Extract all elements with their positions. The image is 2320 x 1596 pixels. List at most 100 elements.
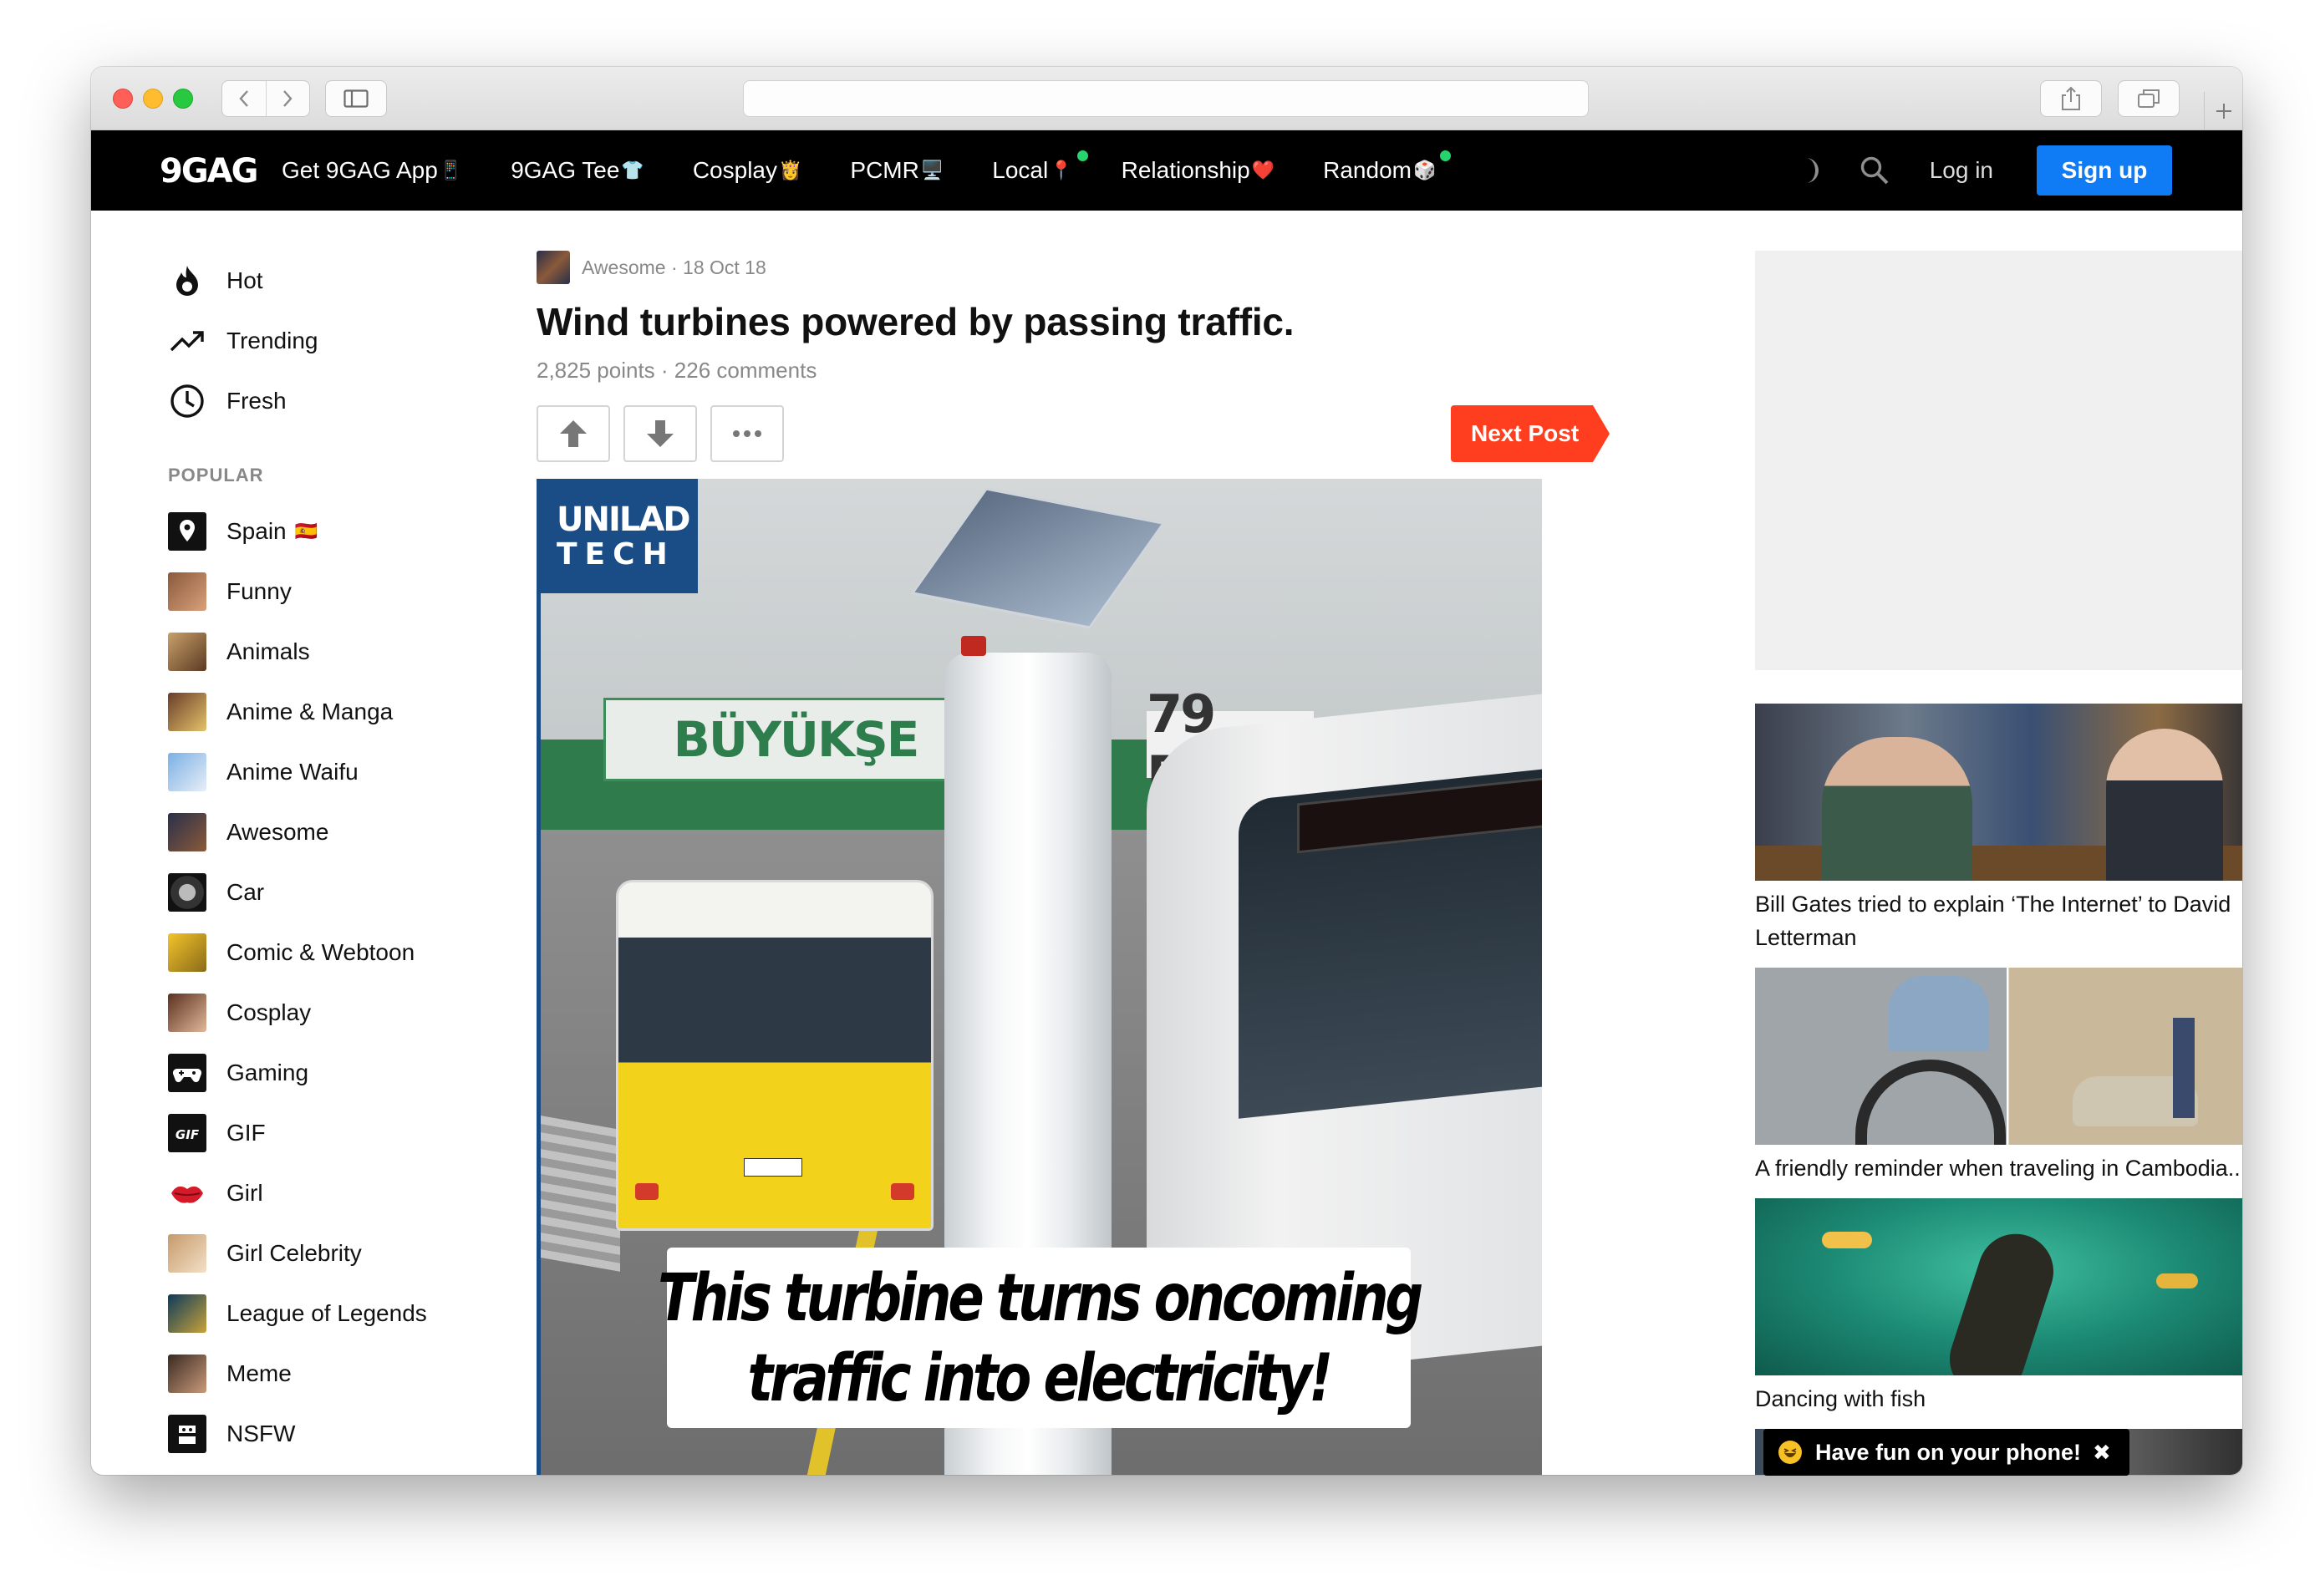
related-thumbnail[interactable] <box>1755 704 2242 881</box>
more-options-button[interactable] <box>710 405 784 462</box>
top-nav-item[interactable]: Relationship ❤️ <box>1122 157 1275 184</box>
login-link[interactable]: Log in <box>1930 157 1993 184</box>
sidebar-item-meme[interactable]: Meme <box>168 1344 527 1404</box>
sidebar-item-label: Funny <box>226 578 292 604</box>
sidebar-item-label: Awesome <box>226 819 329 845</box>
bus-light <box>635 1183 659 1200</box>
right-sidebar: Bill Gates tried to explain ‘The Interne… <box>1755 251 2242 1475</box>
related-title[interactable]: Dancing with fish <box>1755 1382 2242 1416</box>
sidebar-item-car[interactable]: Car <box>168 862 527 923</box>
sidebar-item-label: Animals <box>226 638 310 664</box>
top-nav-emoji-icon: 📍 <box>1050 160 1073 180</box>
top-nav-item[interactable]: Cosplay 👸 <box>693 157 802 184</box>
top-nav-label: Random <box>1323 157 1412 183</box>
comic-avatar <box>168 933 206 972</box>
sidebar-item-funny[interactable]: Funny <box>168 562 527 622</box>
related-thumbnail[interactable] <box>1755 1198 2242 1375</box>
post-meta: Awesome · 18 Oct 18 <box>537 251 1573 284</box>
top-nav-label: Get 9GAG App <box>282 157 438 183</box>
top-nav-emoji-icon: 👕 <box>621 160 644 180</box>
thumb-diver <box>1940 1223 2063 1375</box>
minimize-window-button[interactable] <box>143 89 163 109</box>
clock-icon <box>168 382 206 420</box>
related-post[interactable]: Bill Gates tried to explain ‘The Interne… <box>1755 704 2242 954</box>
thumb-person <box>1822 737 1972 881</box>
top-nav-label: Cosplay <box>692 157 777 183</box>
related-post[interactable]: A friendly reminder when traveling in Ca… <box>1755 968 2242 1185</box>
video-caption: This turbine turns oncoming traffic into… <box>658 1248 1423 1428</box>
spain-flag-icon: 🇪🇸 <box>294 521 318 541</box>
site-logo[interactable]: 9GAG <box>160 152 258 191</box>
sidebar-item-label: Trending <box>226 328 318 353</box>
zoom-window-button[interactable] <box>173 89 193 109</box>
celebrity-avatar <box>168 1234 206 1273</box>
top-nav-item[interactable]: Local 📍 <box>992 150 1088 184</box>
top-nav-label: 9GAG Tee <box>511 157 620 183</box>
top-nav-item[interactable]: PCMR 🖥️ <box>850 157 944 184</box>
toast-text: Have fun on your phone! <box>1815 1439 2082 1465</box>
plus-icon <box>2216 104 2231 119</box>
forward-button[interactable] <box>265 81 309 116</box>
thumb-fish <box>2156 1273 2198 1288</box>
sidebar-item-comic-webtoon[interactable]: Comic & Webtoon <box>168 923 527 983</box>
section-avatar[interactable] <box>537 251 570 284</box>
top-nav-emoji-icon: 🖥️ <box>920 160 944 180</box>
signup-button[interactable]: Sign up <box>2037 145 2172 196</box>
sidebar-item-nsfw[interactable]: NSFW <box>168 1404 527 1464</box>
next-post-button[interactable]: Next Post <box>1451 405 1610 462</box>
sidebar-item-girl[interactable]: Girl <box>168 1163 527 1223</box>
sidebar-item-fresh[interactable]: Fresh <box>168 371 527 431</box>
top-nav-item[interactable]: Get 9GAG App 📱 <box>282 157 462 184</box>
post-video[interactable]: BÜYÜKŞE 79 BİN UNILAD TECH <box>537 479 1542 1475</box>
close-window-button[interactable] <box>113 89 133 109</box>
thumb-person <box>2106 729 2223 881</box>
sidebar-item-anime-waifu[interactable]: Anime Waifu <box>168 742 527 802</box>
post-actions: Next Post <box>537 405 1610 462</box>
toast-close-icon[interactable]: ✖ <box>2093 1440 2111 1466</box>
sidebar-item-hot[interactable]: Hot <box>168 251 527 311</box>
search-icon[interactable] <box>1860 155 1890 186</box>
app-promo-toast[interactable]: Have fun on your phone! ✖ <box>1763 1429 2129 1476</box>
unilad-tech-badge: UNILAD TECH <box>537 479 698 593</box>
back-button[interactable] <box>222 81 266 116</box>
tabs-overview-button[interactable] <box>2118 80 2180 117</box>
nsfw-icon <box>168 1415 206 1453</box>
related-title[interactable]: A friendly reminder when traveling in Ca… <box>1755 1151 2242 1185</box>
dark-mode-moon-icon[interactable] <box>1796 156 1821 185</box>
sidebar-item-anime-manga[interactable]: Anime & Manga <box>168 682 527 742</box>
sidebar-item-girl-celebrity[interactable]: Girl Celebrity <box>168 1223 527 1283</box>
new-indicator-dot <box>1440 150 1452 161</box>
billboard-sign: BÜYÜKŞE <box>603 698 988 781</box>
related-thumbnail[interactable] <box>1755 968 2242 1145</box>
sidebar-item-cosplay[interactable]: Cosplay <box>168 983 527 1043</box>
yellow-bus <box>616 880 934 1231</box>
post-comments[interactable]: 226 comments <box>674 358 817 383</box>
top-nav-item[interactable]: Random 🎲 <box>1323 150 1452 184</box>
post-stats: 2,825 points · 226 comments <box>537 358 1573 384</box>
sidebar-item-label: Fresh <box>226 388 287 414</box>
caption-line-2: traffic into electricity! <box>747 1341 1334 1416</box>
downvote-button[interactable] <box>623 405 697 462</box>
top-nav-emoji-icon: 👸 <box>779 160 802 180</box>
upvote-button[interactable] <box>537 405 610 462</box>
sidebar-item-animals[interactable]: Animals <box>168 622 527 682</box>
address-bar[interactable] <box>743 80 1589 117</box>
new-tab-button[interactable] <box>2204 92 2242 130</box>
sidebar-toggle-button[interactable] <box>325 80 387 117</box>
sidebar-item-gif[interactable]: GIF GIF <box>168 1103 527 1163</box>
sidebar-item-awesome[interactable]: Awesome <box>168 802 527 862</box>
share-button[interactable] <box>2040 80 2102 117</box>
related-post[interactable]: Dancing with fish <box>1755 1198 2242 1416</box>
sidebar-item-league-of-legends[interactable]: League of Legends <box>168 1283 527 1344</box>
top-nav-item[interactable]: 9GAG Tee 👕 <box>511 157 644 184</box>
sidebar-item-spain[interactable]: Spain 🇪🇸 <box>168 501 527 562</box>
sidebar-item-trending[interactable]: Trending <box>168 311 527 371</box>
post-section[interactable]: Awesome <box>582 257 666 279</box>
arrow-down-icon <box>647 420 674 447</box>
guard-rail <box>537 1115 620 1272</box>
awesome-avatar <box>168 813 206 851</box>
sidebar-item-gaming[interactable]: Gaming <box>168 1043 527 1103</box>
related-title[interactable]: Bill Gates tried to explain ‘The Interne… <box>1755 887 2242 954</box>
sidebar-item-label: GIF <box>226 1120 266 1146</box>
post-points[interactable]: 2,825 points <box>537 358 655 383</box>
